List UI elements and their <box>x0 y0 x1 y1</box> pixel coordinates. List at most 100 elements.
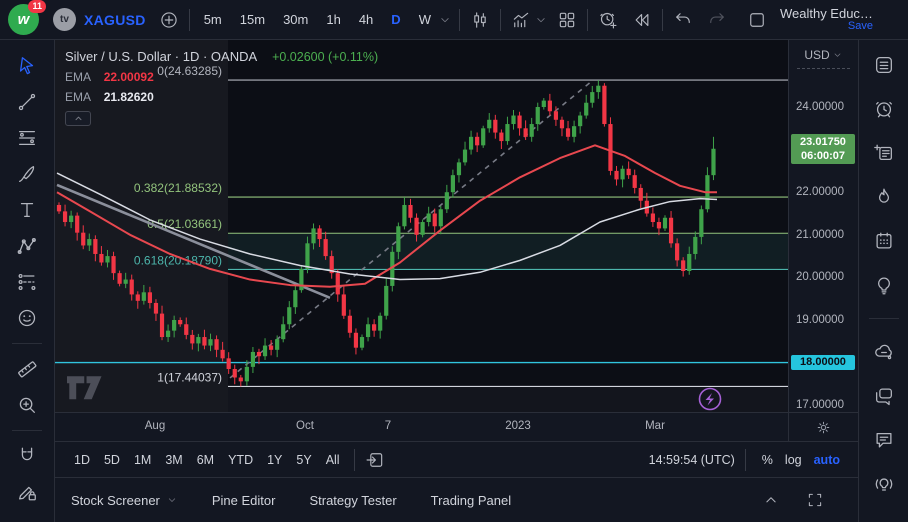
cursor-tool-button[interactable] <box>12 51 42 81</box>
timeframe-5m-button[interactable]: 5m <box>197 9 229 30</box>
bar-replay-button[interactable] <box>629 7 655 33</box>
trading-app-window: w 11 tv XAGUSD 5m15m30m1h4hDW Wealthy Ed… <box>0 0 908 522</box>
footer-tab-pine-editor[interactable]: Pine Editor <box>212 493 276 508</box>
timeframe-1h-button[interactable]: 1h <box>319 9 347 30</box>
undo-icon <box>673 10 693 30</box>
range-ytd-button[interactable]: YTD <box>221 450 260 470</box>
symbol-search-button[interactable]: XAGUSD <box>84 12 146 28</box>
candle-style-button[interactable] <box>467 7 493 33</box>
calendar-icon <box>873 230 895 252</box>
trend-line-icon <box>16 91 38 113</box>
brush-tool-button[interactable] <box>12 159 42 189</box>
emoji-tool-button[interactable] <box>12 303 42 333</box>
toolbar-divider <box>662 9 663 31</box>
create-alert-button[interactable] <box>595 7 621 33</box>
range-5d-button[interactable]: 5D <box>97 450 127 470</box>
streams-tool-button[interactable] <box>869 469 899 499</box>
timeframe-chevron-down-icon[interactable] <box>438 13 452 27</box>
trend-line-tool-button[interactable] <box>12 87 42 117</box>
text-tool-button[interactable] <box>12 195 42 225</box>
time-tick-label: Aug <box>145 420 165 432</box>
watchlist-tool-button[interactable] <box>869 50 899 80</box>
redo-button[interactable] <box>704 7 730 33</box>
fullscreen-icon[interactable] <box>802 487 828 513</box>
time-axis[interactable]: AugOct72023Mar <box>55 412 788 441</box>
layout-name-block[interactable]: Wealthy Educ… Save <box>780 7 873 33</box>
zoom-in-icon <box>16 394 38 416</box>
zoom-in-tool-button[interactable] <box>12 390 42 420</box>
footer-tab-stock-screener[interactable]: Stock Screener <box>71 493 178 508</box>
redo-icon <box>707 10 727 30</box>
timeframe-15m-button[interactable]: 15m <box>233 9 272 30</box>
range-5y-button[interactable]: 5Y <box>289 450 318 470</box>
forecast-tool-button[interactable] <box>12 267 42 297</box>
percent-scale-button[interactable]: % <box>756 450 779 470</box>
range-1y-button[interactable]: 1Y <box>260 450 289 470</box>
go-to-date-button[interactable] <box>362 447 388 473</box>
collapse-legend-button[interactable] <box>65 111 91 126</box>
price-axis[interactable]: USD 23.01750 06:00:07 18.00000 24.000002… <box>788 40 858 412</box>
session-clock[interactable]: 14:59:54 (UTC) <box>649 453 735 467</box>
chat-tool-button[interactable] <box>869 381 899 411</box>
time-tick-label: 7 <box>385 420 391 432</box>
save-link[interactable]: Save <box>780 20 873 33</box>
fib-level-label: 0.618(20.18790) <box>134 253 222 267</box>
axis-dashed-divider <box>797 68 850 69</box>
indicators-icon <box>511 10 531 30</box>
range-3m-button[interactable]: 3M <box>158 450 189 470</box>
app-logo[interactable]: w 11 <box>8 4 39 35</box>
hotlists-icon <box>873 186 895 208</box>
timeframe-w-button[interactable]: W <box>412 9 438 30</box>
currency-selector[interactable]: USD <box>789 48 858 62</box>
range-all-button[interactable]: All <box>319 450 347 470</box>
timeframe-4h-button[interactable]: 4h <box>352 9 380 30</box>
news-tool-button[interactable] <box>869 138 899 168</box>
hotlists-tool-button[interactable] <box>869 182 899 212</box>
time-tick-label: 2023 <box>505 420 531 432</box>
footer-tab-label: Trading Panel <box>431 493 511 508</box>
range-1m-button[interactable]: 1M <box>127 450 158 470</box>
add-symbol-button[interactable] <box>156 7 182 33</box>
toolbar-divider <box>354 449 355 471</box>
range-6m-button[interactable]: 6M <box>190 450 221 470</box>
range-1d-button[interactable]: 1D <box>67 450 97 470</box>
fullscreen-icon <box>806 491 824 509</box>
indicators-button[interactable] <box>508 7 534 33</box>
undo-button[interactable] <box>670 7 696 33</box>
footer-tab-trading-panel[interactable]: Trading Panel <box>431 493 511 508</box>
expand-panel-chevron-up-icon[interactable] <box>758 487 784 513</box>
timeframe-30m-button[interactable]: 30m <box>276 9 315 30</box>
indicators-chevron-down-icon[interactable] <box>534 13 548 27</box>
plus-circle-icon <box>159 10 179 30</box>
bottom-toolbar: 1D5D1M3M6MYTD1Y5YAll 14:59:54 (UTC) % lo… <box>55 441 858 477</box>
text-icon <box>16 199 38 221</box>
footer-panel-controls <box>758 487 828 513</box>
ruler-tool-button[interactable] <box>12 354 42 384</box>
magnet-tool-button[interactable] <box>12 441 42 471</box>
save-layout-button[interactable] <box>744 7 770 33</box>
ideas-tool-button[interactable] <box>869 270 899 300</box>
layout-grid-button[interactable] <box>554 7 580 33</box>
fib-retracement-tool-button[interactable] <box>12 123 42 153</box>
messages-tool-button[interactable] <box>869 425 899 455</box>
log-scale-button[interactable]: log <box>779 450 808 470</box>
timeframe-list: 5m15m30m1h4hDW <box>197 9 438 30</box>
chat-icon <box>873 385 895 407</box>
xabcd-pattern-tool-button[interactable] <box>12 231 42 261</box>
calendar-tool-button[interactable] <box>869 226 899 256</box>
price-tick-label: 21.00000 <box>796 229 844 241</box>
last-price-badge: 23.01750 06:00:07 <box>791 134 855 164</box>
minds-tool-button[interactable] <box>869 337 899 367</box>
toolbar-divider <box>745 449 746 471</box>
brush-icon <box>16 163 38 185</box>
auto-scale-button[interactable]: auto <box>808 450 846 470</box>
lock-edit-tool-button[interactable] <box>12 477 42 507</box>
footer-tab-strategy-tester[interactable]: Strategy Tester <box>309 493 396 508</box>
tradingview-avatar-icon[interactable]: tv <box>53 8 76 31</box>
level-price-badge: 18.00000 <box>791 355 855 370</box>
timeframe-d-button[interactable]: D <box>384 9 407 30</box>
axis-settings-cell[interactable] <box>788 412 858 441</box>
price-chart-pane[interactable]: 0(24.63285)0.382(21.88532)0.5(21.03661)0… <box>55 40 788 412</box>
alerts-tool-button[interactable] <box>869 94 899 124</box>
footer-tab-label: Pine Editor <box>212 493 276 508</box>
